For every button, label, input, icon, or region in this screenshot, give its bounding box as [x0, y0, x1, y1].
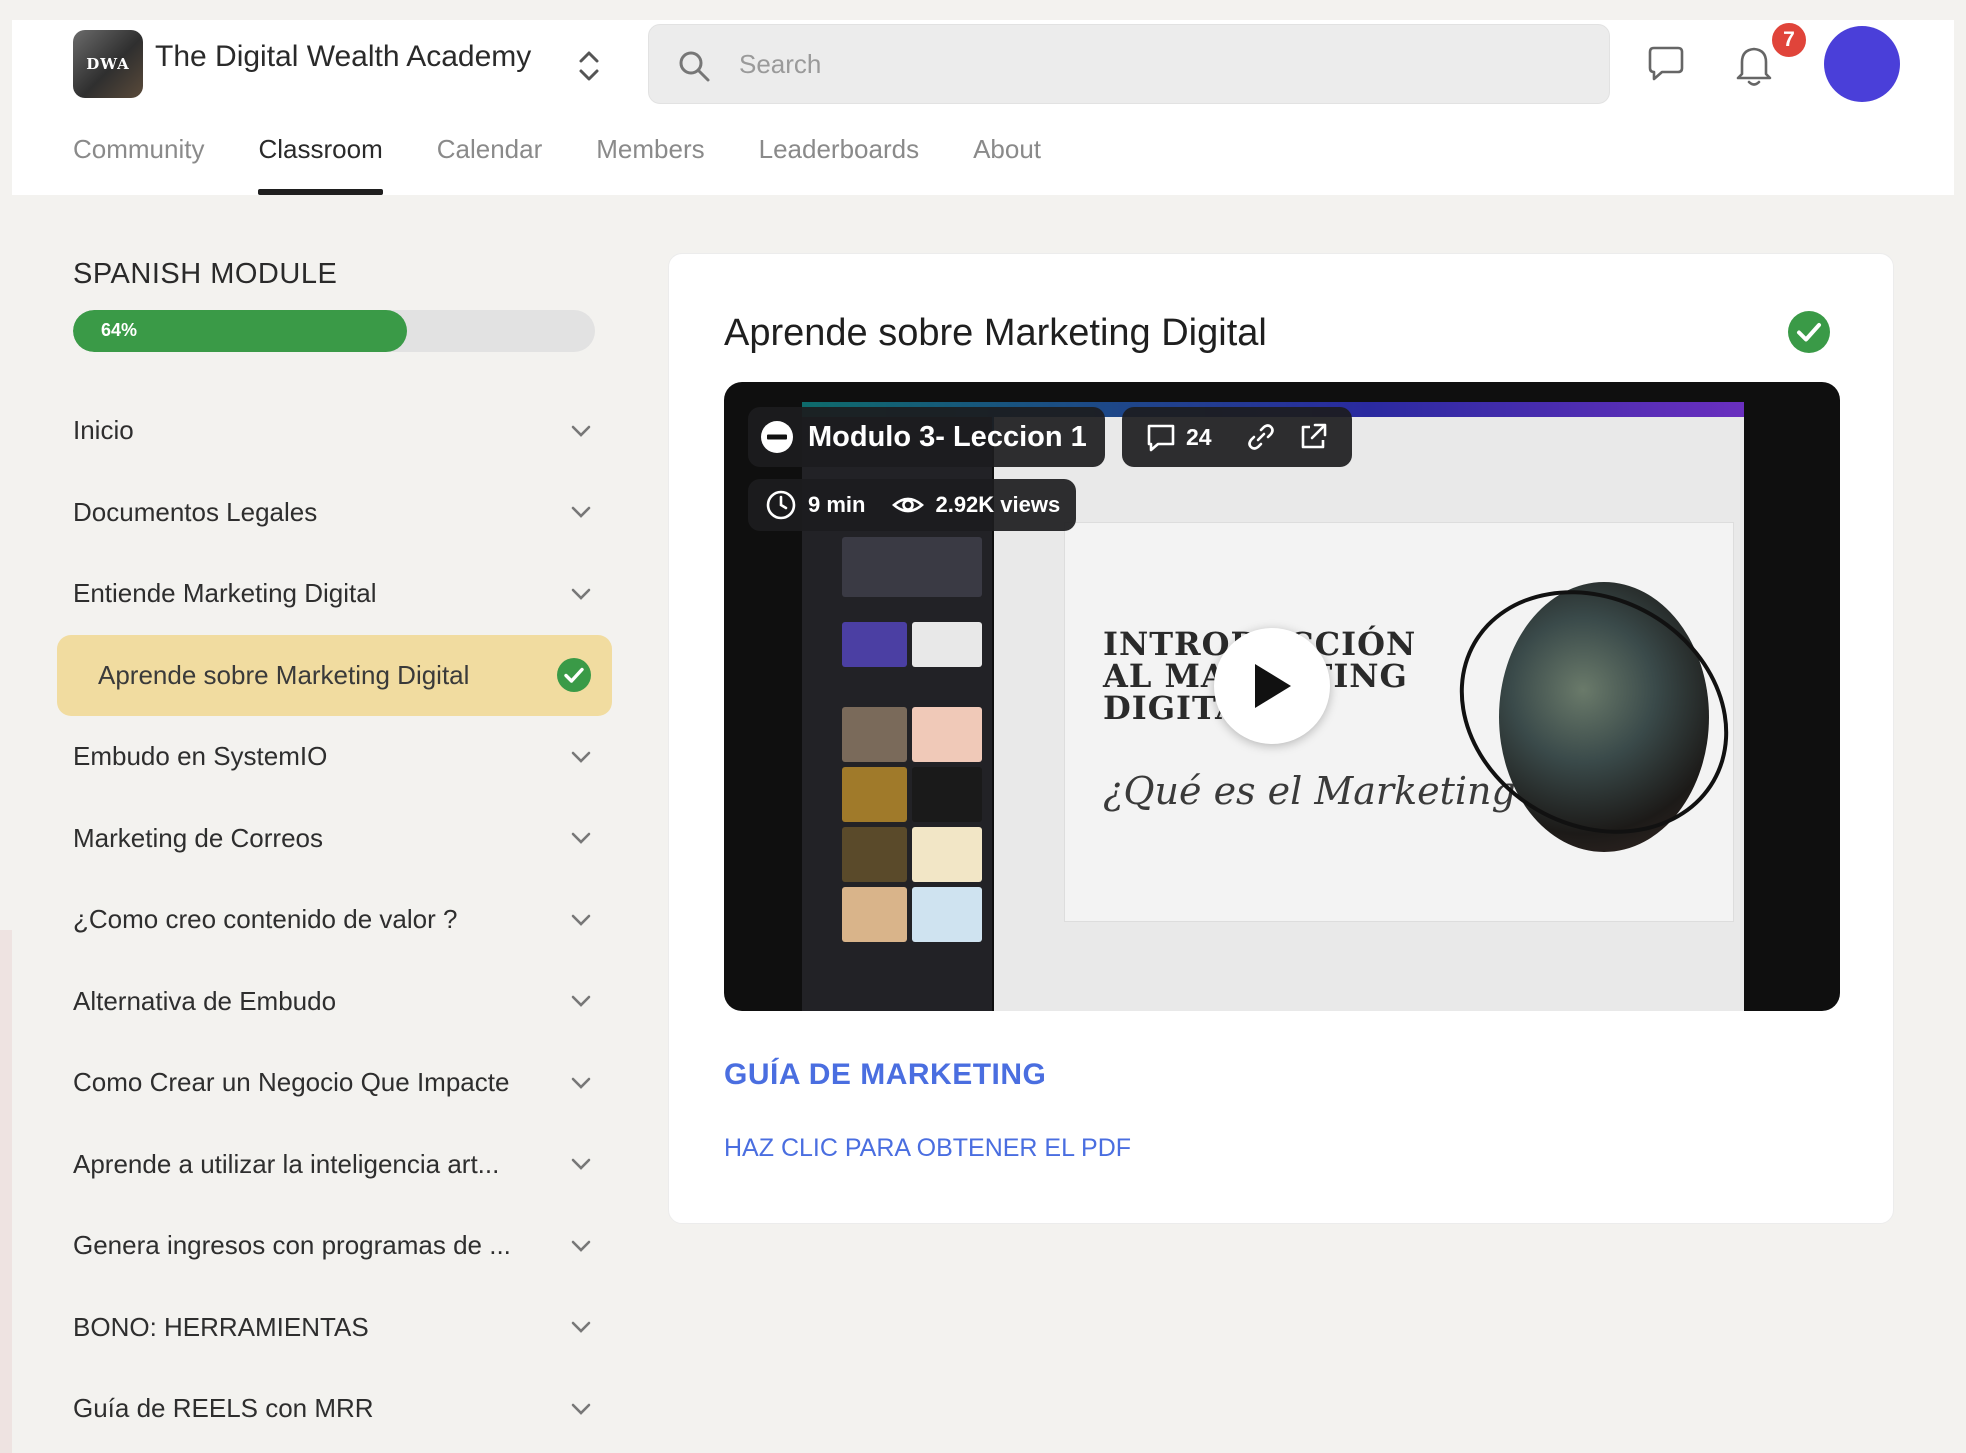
sidebar-item-embudo[interactable]: Embudo en SystemIO [57, 716, 612, 798]
check-circle-icon [557, 658, 591, 693]
tab-calendar[interactable]: Calendar [437, 130, 543, 195]
chevron-down-icon [571, 1240, 591, 1252]
video-duration: 9 min [808, 492, 866, 517]
tab-classroom[interactable]: Classroom [258, 130, 383, 195]
tab-leaderboards[interactable]: Leaderboards [759, 130, 919, 195]
community-logo[interactable]: DWA [73, 30, 143, 98]
sidebar-item-reels[interactable]: Guía de REELS con MRR [57, 1368, 612, 1450]
check-circle-icon[interactable] [1787, 310, 1831, 354]
search-icon [679, 51, 710, 82]
page-edge [0, 930, 12, 1453]
video-title: Modulo 3- Leccion 1 [808, 420, 1087, 453]
sidebar-item-label: Aprende sobre Marketing Digital [98, 659, 470, 690]
thumbnail [842, 887, 907, 942]
community-name[interactable]: The Digital Wealth Academy [155, 40, 531, 74]
lesson-list: Inicio Documentos Legales Entiende Marke… [57, 390, 612, 1450]
sidebar-item-aprende-active[interactable]: Aprende sobre Marketing Digital [57, 634, 612, 716]
thumbnail [842, 537, 982, 597]
thumbnail [912, 827, 982, 882]
sidebar-item-inicio[interactable]: Inicio [57, 390, 612, 472]
video-actions-pill: 24 [1122, 407, 1352, 467]
chevron-down-icon [571, 1077, 591, 1089]
play-icon [1255, 664, 1291, 708]
external-link-icon[interactable] [1296, 420, 1330, 454]
comment-icon[interactable] [1144, 420, 1178, 454]
comment-count: 24 [1186, 423, 1212, 450]
sidebar-item-documentos[interactable]: Documentos Legales [57, 472, 612, 554]
sidebar-item-inteligencia[interactable]: Aprende a utilizar la inteligencia art..… [57, 1124, 612, 1206]
sidebar-item-label: ¿Como creo contenido de valor ? [73, 904, 458, 935]
search-input[interactable] [739, 41, 1579, 87]
sidebar-item-label: Genera ingresos con programas de ... [73, 1230, 511, 1261]
guide-title: GUÍA DE MARKETING [724, 1058, 1047, 1091]
thumbnail [912, 622, 982, 667]
sidebar-item-contenido[interactable]: ¿Como creo contenido de valor ? [57, 879, 612, 961]
clock-icon [766, 490, 796, 520]
sidebar-item-label: Aprende a utilizar la inteligencia art..… [73, 1148, 500, 1179]
thumbnail [912, 767, 982, 822]
play-button[interactable] [1214, 628, 1330, 744]
tab-about[interactable]: About [973, 130, 1041, 195]
chevron-down-icon [571, 751, 591, 763]
sidebar-item-label: Documentos Legales [73, 496, 318, 527]
module-title: SPANISH MODULE [73, 258, 338, 290]
eye-icon [892, 497, 925, 513]
sidebar-item-entiende[interactable]: Entiende Marketing Digital [57, 553, 612, 635]
thumbnail [842, 622, 907, 667]
pdf-download-link[interactable]: HAZ CLIC PARA OBTENER EL PDF [724, 1134, 1131, 1163]
chevron-down-icon [571, 1403, 591, 1415]
sidebar-item-label: Marketing de Correos [73, 822, 323, 853]
chevron-up-down-icon[interactable] [575, 46, 603, 86]
main-nav: Community Classroom Calendar Members Lea… [73, 130, 1095, 195]
progress-fill: 64% [73, 310, 408, 352]
sidebar-item-correos[interactable]: Marketing de Correos [57, 798, 612, 880]
sidebar-item-negocio[interactable]: Como Crear un Negocio Que Impacte [57, 1042, 612, 1124]
sidebar-item-ingresos[interactable]: Genera ingresos con programas de ... [57, 1205, 612, 1287]
sidebar-item-label: Embudo en SystemIO [73, 741, 328, 772]
thumbnail [842, 827, 907, 882]
tab-members[interactable]: Members [596, 130, 704, 195]
tab-community[interactable]: Community [73, 130, 204, 195]
notification-badge: 7 [1769, 20, 1809, 60]
search-bar[interactable] [648, 24, 1610, 104]
sidebar-item-label: Alternativa de Embudo [73, 985, 337, 1016]
link-icon[interactable] [1244, 420, 1278, 454]
avatar[interactable] [1824, 26, 1900, 102]
thumbnail [842, 767, 907, 822]
chevron-down-icon [571, 506, 591, 519]
chevron-down-icon [571, 914, 591, 926]
sidebar-item-alternativa[interactable]: Alternativa de Embudo [57, 961, 612, 1043]
chevron-down-icon [571, 995, 591, 1008]
chevron-down-icon [571, 1158, 591, 1171]
video-stats-pill: 9 min 2.92K views [748, 479, 1077, 531]
sidebar-item-label: Como Crear un Negocio Que Impacte [73, 1067, 510, 1098]
chevron-down-icon [571, 1321, 591, 1334]
lesson-card: Aprende sobre Marketing Digital INTRODUC… [668, 253, 1894, 1224]
module-progress-bar: 64% [73, 310, 595, 352]
chevron-down-icon [571, 832, 591, 845]
chat-icon[interactable] [1644, 42, 1688, 86]
chevron-down-icon [571, 425, 591, 437]
minus-circle-icon [761, 421, 793, 453]
progress-label: 64% [101, 320, 138, 340]
thumbnail [912, 887, 982, 942]
sidebar-item-bono[interactable]: BONO: HERRAMIENTAS [57, 1287, 612, 1369]
sidebar-item-label: Guía de REELS con MRR [73, 1393, 374, 1424]
video-player[interactable]: INTRODUCCIÓN AL MARKETING DIGITAL ¿Qué e… [724, 382, 1840, 1011]
top-header: DWA The Digital Wealth Academy 7 Communi… [12, 20, 1954, 195]
video-title-pill: Modulo 3- Leccion 1 [748, 407, 1105, 467]
thumbnail [842, 707, 907, 762]
video-views: 2.92K views [935, 492, 1061, 517]
sidebar-item-label: BONO: HERRAMIENTAS [73, 1311, 369, 1342]
lesson-title: Aprende sobre Marketing Digital [724, 312, 1267, 354]
chevron-down-icon [571, 588, 591, 600]
thumbnail [912, 707, 982, 762]
sidebar-item-label: Entiende Marketing Digital [73, 578, 377, 609]
sidebar-item-label: Inicio [73, 415, 134, 446]
